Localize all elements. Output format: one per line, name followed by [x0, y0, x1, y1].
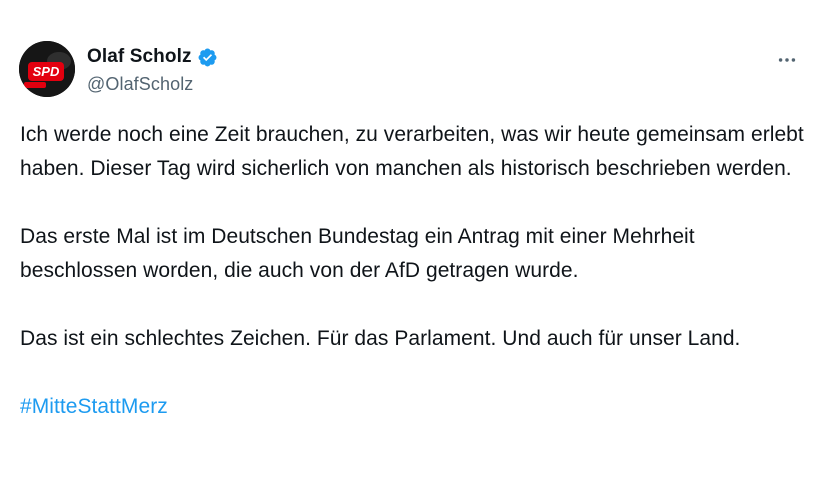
author-name-row: Olaf Scholz — [87, 44, 218, 70]
hashtag-link[interactable]: #MitteStattMerz — [20, 390, 168, 424]
avatar[interactable]: SPD — [19, 41, 75, 97]
author-block: Olaf Scholz @OlafScholz — [87, 44, 218, 95]
more-options-button[interactable] — [770, 43, 804, 77]
author-display-name[interactable]: Olaf Scholz — [87, 46, 192, 68]
tweet-paragraph: Das ist ein schlechtes Zeichen. Für das … — [20, 327, 741, 350]
author-handle[interactable]: @OlafScholz — [87, 74, 218, 95]
more-horizontal-icon — [778, 58, 796, 62]
tweet-paragraph: Ich werde noch eine Zeit brauchen, zu ve… — [20, 123, 804, 180]
verified-badge-icon[interactable] — [197, 47, 218, 68]
tweet-paragraph: Das erste Mal ist im Deutschen Bundestag… — [20, 225, 695, 282]
svg-text:SPD: SPD — [33, 64, 60, 79]
spd-logo-avatar-icon: SPD — [19, 41, 75, 97]
tweet-header: SPD Olaf Scholz @OlafScholz — [19, 41, 808, 99]
tweet-text: Ich werde noch eine Zeit brauchen, zu ve… — [20, 118, 810, 424]
tweet-card: SPD Olaf Scholz @OlafScholz Ich werde no… — [0, 0, 822, 483]
